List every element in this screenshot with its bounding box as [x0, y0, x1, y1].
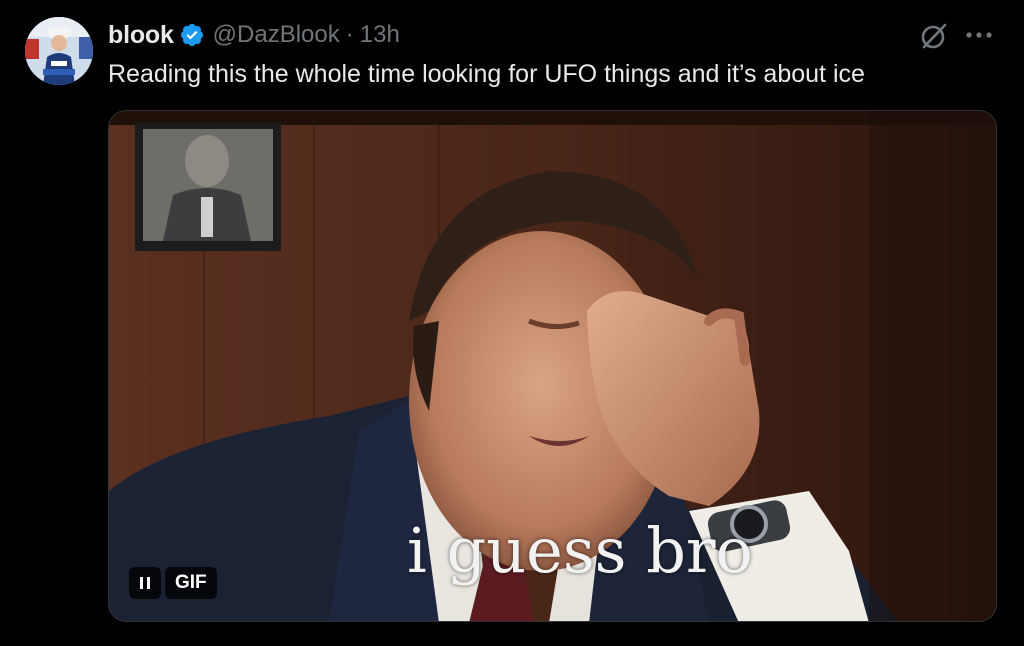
- tweet[interactable]: blook @DazBlook · 13h Reading this the w…: [0, 0, 1024, 646]
- verified-badge-icon: [179, 22, 205, 48]
- avatar[interactable]: [25, 17, 93, 85]
- grok-icon[interactable]: [918, 20, 950, 52]
- author-handle[interactable]: @DazBlook: [213, 21, 340, 49]
- gif-controls: GIF: [129, 564, 217, 602]
- timestamp[interactable]: 13h: [360, 21, 400, 49]
- more-options-icon[interactable]: [962, 22, 996, 48]
- separator-dot: ·: [345, 21, 354, 48]
- pause-icon: [140, 577, 150, 589]
- author-name[interactable]: blook: [108, 21, 174, 50]
- gif-caption: i guess bro: [407, 514, 753, 587]
- avatar-image: [25, 17, 93, 85]
- tweet-text: Reading this the whole time looking for …: [108, 60, 865, 88]
- gif-media[interactable]: i guess bro GIF: [108, 110, 997, 622]
- pause-button[interactable]: [129, 567, 161, 599]
- gif-badge: GIF: [165, 567, 217, 599]
- tweet-header: blook @DazBlook · 13h: [108, 18, 400, 52]
